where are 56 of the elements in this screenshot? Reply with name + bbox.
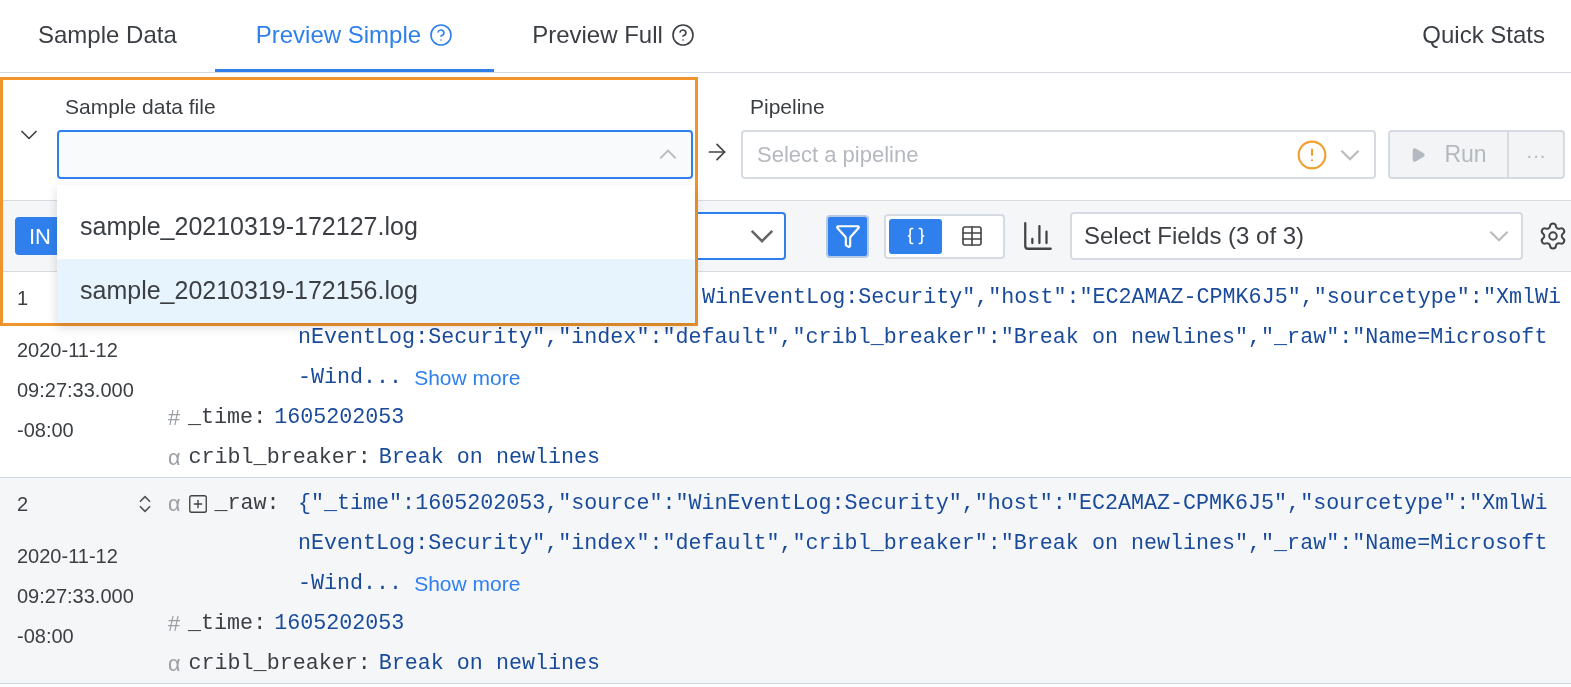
event-timestamp: 2020-11-12 — [17, 338, 118, 363]
event-timestamp: 2020-11-12 — [17, 544, 118, 569]
event-timestamp: 09:27:33.000 — [17, 584, 134, 609]
chart-icon[interactable] — [1021, 219, 1055, 253]
field-key: _time: — [188, 607, 267, 641]
caret-icon — [750, 229, 774, 243]
field-value: nEventLog:Security","index":"default","cribl_breaker":"Break on newlines","_raw":"Name=Microsoft — [298, 529, 1548, 558]
field-key: _raw: — [214, 487, 280, 521]
sample-file-select[interactable] — [57, 130, 693, 179]
dropdown-option[interactable]: sample_20210319-172127.log — [57, 195, 695, 259]
filter-button[interactable] — [826, 214, 869, 258]
pipeline-select[interactable]: Select a pipeline — [741, 130, 1376, 179]
field-value: 1605202053 — [274, 609, 405, 638]
filter-icon — [834, 223, 861, 249]
type-mark: α — [168, 443, 181, 472]
type-mark: # — [168, 403, 181, 432]
field-value: Break on newlines — [378, 649, 600, 678]
tab[interactable]: Preview Simple — [214, 0, 495, 72]
tab[interactable]: Quick Stats — [1402, 0, 1571, 72]
field-label: Pipeline — [750, 95, 825, 118]
field-value: nEventLog:Security","index":"default","cribl_breaker":"Break on newlines","_raw":"Name=Microsoft — [298, 323, 1548, 352]
event-timestamp: -08:00 — [17, 624, 74, 649]
json-view-button[interactable] — [889, 218, 942, 254]
help-icon — [429, 22, 454, 47]
field-key: cribl_breaker: — [188, 647, 371, 681]
caret-icon — [1340, 148, 1360, 161]
show-more-link[interactable]: Show more — [414, 362, 521, 394]
field-value: Break on newlines — [378, 443, 600, 472]
caret-icon — [1489, 230, 1509, 242]
help-icon — [670, 22, 695, 47]
fields-select[interactable]: Select Fields (3 of 3) — [1070, 212, 1523, 260]
field-value: -Wind... — [298, 363, 403, 392]
event-timestamp: -08:00 — [17, 418, 74, 443]
field-value: 1605202053 — [274, 403, 405, 432]
type-mark: # — [168, 609, 181, 638]
dropdown-option[interactable]: sample_20210319-172156.log — [57, 259, 695, 323]
tab[interactable]: Sample Data — [0, 0, 215, 72]
type-mark: α — [168, 489, 181, 518]
event-number: 2 — [17, 492, 29, 517]
field-value: {"_time":1605202053,"source":"WinEventLog:Security","host":"EC2AMAZ-CPMK6J5","sourcetype":"XmlWi — [298, 489, 1548, 518]
field-value: WinEventLog:Security","host":"EC2AMAZ-CPMK6J5","sourcetype":"XmlWi — [702, 283, 1561, 312]
show-more-link[interactable]: Show more — [414, 568, 521, 600]
braces-icon — [905, 226, 926, 246]
tab[interactable]: Preview Full — [494, 0, 733, 72]
play-icon — [1410, 146, 1427, 163]
table-icon — [960, 224, 984, 248]
field-key: _time: — [188, 401, 267, 435]
field-key: cribl_breaker: — [188, 441, 371, 475]
event-timestamp: 09:27:33.000 — [17, 378, 134, 403]
settings-icon[interactable] — [1538, 221, 1568, 251]
type-mark: α — [168, 649, 181, 678]
field-label: Sample data file — [65, 95, 216, 118]
expand-icon[interactable] — [186, 493, 209, 515]
caret-icon — [659, 149, 677, 160]
field-value: -Wind... — [298, 569, 403, 598]
event-number: 1 — [17, 286, 29, 311]
